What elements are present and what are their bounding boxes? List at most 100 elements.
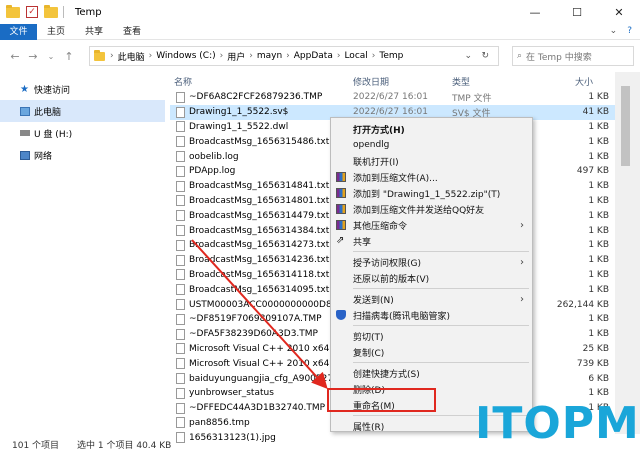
chevron-down-icon[interactable]: ⌄ [610,26,618,36]
menu-item-label: 授予访问权限(G) [353,258,421,269]
menu-item-label: 共享 [353,237,372,248]
column-size[interactable]: 大小 [575,75,593,88]
tab-share[interactable]: 共享 [75,24,113,40]
file-size: 1 KB [588,121,609,132]
file-name: pan8856.tmp [189,417,250,428]
menu-item[interactable]: 复制(C) [331,344,532,360]
file-size: 1 KB [588,136,609,147]
menu-item[interactable]: 添加到压缩文件(A)... [331,169,532,185]
up-arrow-icon[interactable]: ↑ [60,50,78,63]
new-folder-icon[interactable] [44,4,58,18]
column-type[interactable]: 类型 [452,75,470,88]
menu-item[interactable]: 添加到 "Drawing1_1_5522.zip"(T) [331,185,532,201]
menu-item-label: 还原以前的版本(V) [353,274,430,285]
tab-view[interactable]: 查看 [113,24,151,40]
file-name: baiduyunguangjia_cfg_A900527CB [189,373,346,384]
sidebar-item-network[interactable]: 网络 [0,144,165,166]
column-headers: 名称 修改日期 类型 大小 [170,72,615,90]
breadcrumb-separator: › [219,51,224,61]
file-icon [176,91,185,103]
scrollbar-thumb[interactable] [621,86,630,166]
maximize-button[interactable]: ☐ [556,0,598,24]
sidebar-item-label: U 盘 (H:) [34,129,73,140]
sidebar-item-label: 网络 [34,151,53,162]
menu-item[interactable]: 授予访问权限(G) › [331,254,532,270]
file-icon [176,269,185,281]
refresh-icon[interactable]: ↻ [481,51,489,61]
minimize-button[interactable]: — [514,0,556,24]
rar-icon [336,220,346,230]
file-size: 1 KB [588,92,609,103]
file-size: 1 KB [588,269,609,280]
sidebar-item-label: 快速访问 [34,85,71,96]
close-button[interactable]: ✕ [598,0,640,24]
menu-item[interactable]: 添加到压缩文件并发送给QQ好友 [331,201,532,217]
sidebar-item-usb-drive[interactable]: U 盘 (H:) [0,122,165,144]
breadcrumb-item[interactable]: mayn [257,51,282,61]
computer-icon [20,106,30,116]
breadcrumb-item[interactable]: Windows (C:) [156,51,215,61]
column-date[interactable]: 修改日期 [353,75,389,88]
menu-item[interactable]: 扫描病毒(腾讯电脑管家) [331,307,532,323]
menu-item[interactable]: 剪切(T) [331,328,532,344]
file-icon [176,254,185,266]
file-date: 2022/6/27 16:01 [353,107,428,118]
file-name: BroadcastMsg_1656315486.txt [189,136,330,147]
file-icon [176,313,185,325]
submenu-arrow-icon: › [520,219,524,231]
file-size: 6 KB [588,373,609,384]
file-size: 1 KB [588,314,609,325]
file-size: 1 KB [588,388,609,399]
menu-item-label: 复制(C) [353,348,385,359]
breadcrumb-separator: › [371,51,376,61]
forward-arrow-icon[interactable]: → [24,50,42,63]
file-size: 1 KB [588,329,609,340]
properties-check-icon[interactable]: ✓ [26,6,38,18]
menu-item-label: 添加到压缩文件并发送给QQ好友 [353,205,485,216]
file-size: 25 KB [582,343,609,354]
menu-item[interactable]: opendlg [331,137,532,153]
vertical-scrollbar[interactable] [615,72,640,434]
sidebar-item-label: 此电脑 [34,107,62,118]
breadcrumb-item[interactable]: 此电脑 [118,50,145,63]
selection-info: 选中 1 个项目 40.4 KB [77,441,172,451]
help-icon[interactable]: ? [627,26,632,36]
menu-item[interactable]: 创建快捷方式(S) [331,365,532,381]
file-name: Drawing1_1_5522.dwl [189,121,289,132]
menu-item-label: 添加到压缩文件(A)... [353,173,438,184]
file-icon [176,343,185,355]
file-size: 1 KB [588,255,609,266]
file-row[interactable]: ~DF6A8C2FCF26879236.TMP 2022/6/27 16:01 TM… [170,90,615,105]
search-input[interactable]: ⌕ 在 Temp 中搜索 [512,46,634,66]
file-name: BroadcastMsg_1656314095.txt [189,284,330,295]
sidebar-item-quick-access[interactable]: ★ 快速访问 [0,78,165,100]
star-icon: ★ [20,83,29,95]
file-icon [176,225,185,237]
file-icon [176,358,185,370]
sidebar-item-this-pc[interactable]: 此电脑 [0,100,165,122]
breadcrumb-item[interactable]: 用户 [227,50,245,63]
menu-item-label: 打开方式(H) [353,125,405,136]
menu-item[interactable]: 还原以前的版本(V) [331,270,532,286]
back-arrow-icon[interactable]: ← [6,50,24,63]
breadcrumb-item[interactable]: AppData [294,51,333,61]
history-chevron-icon[interactable]: ⌄ [42,52,60,61]
usb-drive-icon [20,130,30,136]
breadcrumb-separator: › [148,51,153,61]
menu-item[interactable]: 发送到(N) › [331,291,532,307]
file-size: 1 KB [588,151,609,162]
column-name[interactable]: 名称 [174,75,192,88]
tab-home[interactable]: 主页 [37,24,75,40]
breadcrumb[interactable]: › 此电脑 › Windows (C:) › 用户 › mayn › AppData › … [89,46,499,66]
breadcrumb-item[interactable]: Local [344,51,367,61]
file-name: BroadcastMsg_1656314841.txt [189,181,330,192]
menu-item[interactable]: 打开方式(H) [331,121,532,137]
menu-item[interactable]: ⇗ 共享 [331,233,532,249]
menu-item[interactable]: 其他压缩命令 › [331,217,532,233]
path-dropdown-icon[interactable]: ⌄ [464,51,472,61]
menu-item[interactable]: 联机打开(I) [331,153,532,169]
tab-file[interactable]: 文件 [0,23,37,40]
breadcrumb-item[interactable]: Temp [379,51,403,61]
file-size: 41 KB [582,107,609,118]
folder-icon [94,49,105,61]
